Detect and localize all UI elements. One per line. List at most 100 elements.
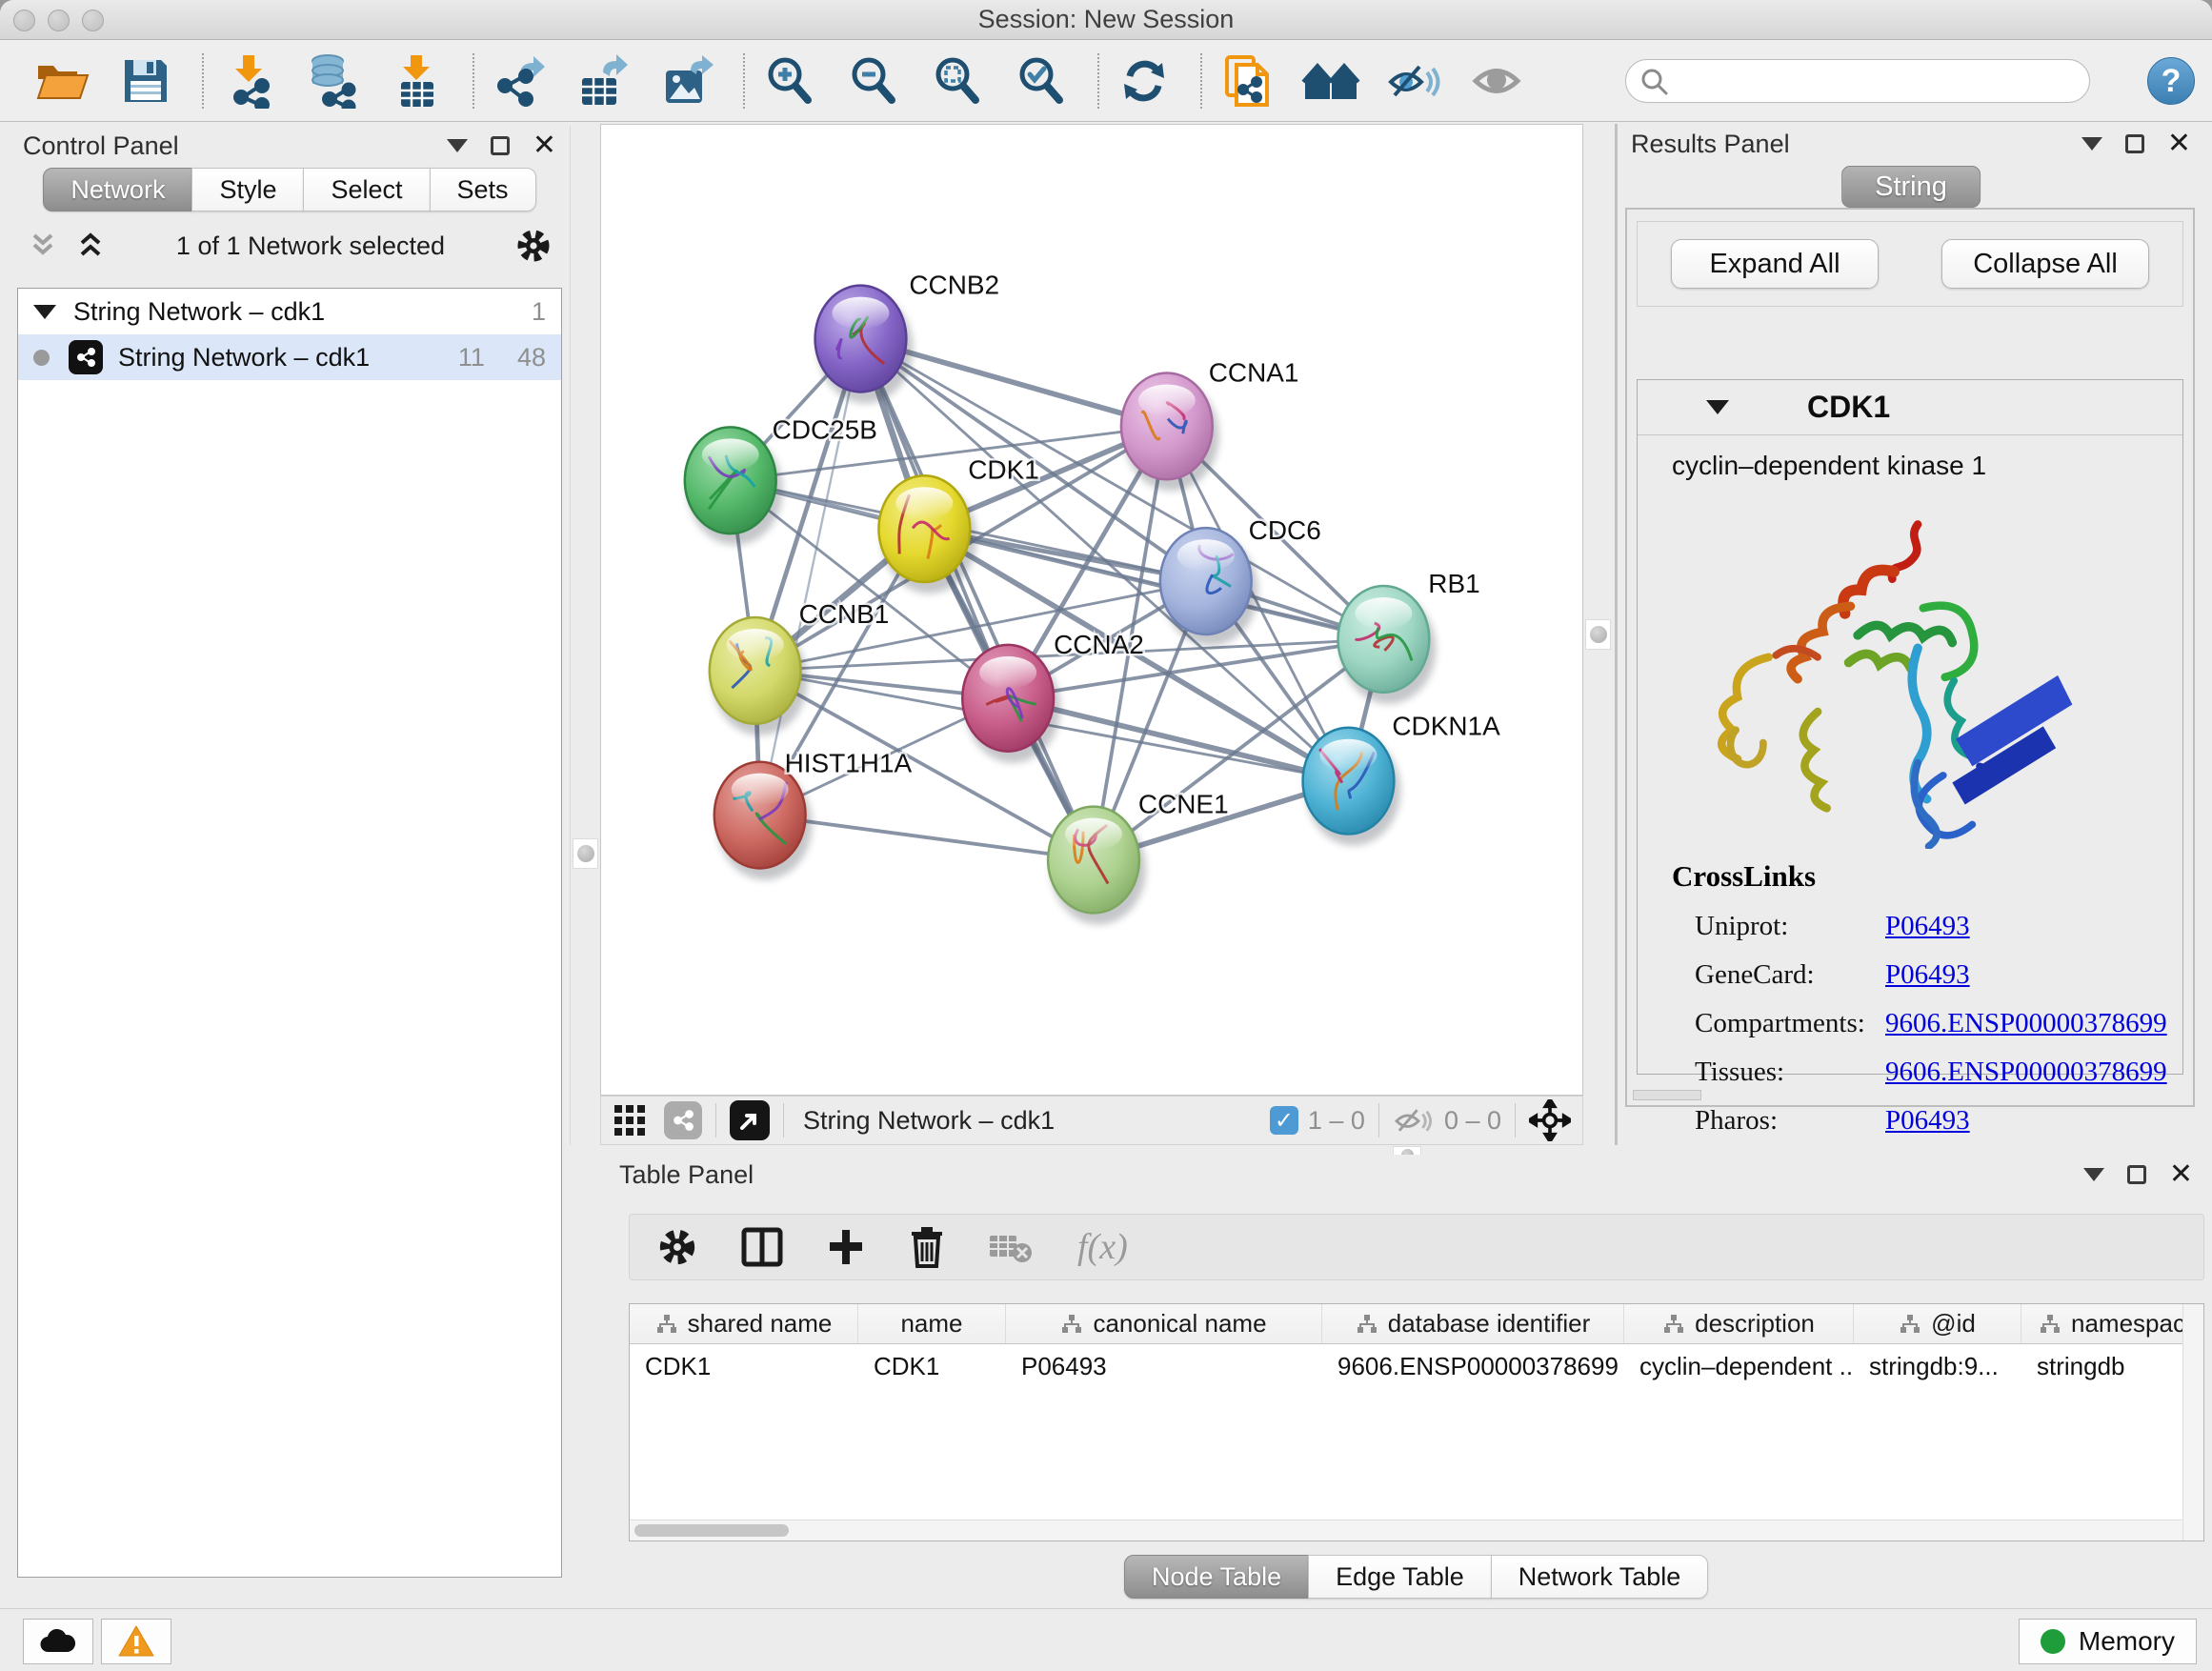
- zoom-fit-button[interactable]: [928, 51, 987, 111]
- tab-network[interactable]: Network: [43, 168, 192, 211]
- crosslink-value-link[interactable]: 9606.ENSP00000378699: [1885, 1057, 2167, 1088]
- delete-column-icon[interactable]: [908, 1225, 946, 1269]
- crosslink-value-link[interactable]: P06493: [1885, 911, 1970, 942]
- node-CDC6[interactable]: [1160, 528, 1258, 646]
- export-image-button[interactable]: [657, 51, 716, 111]
- close-window-button[interactable]: [13, 10, 35, 31]
- warning-icon: [117, 1624, 155, 1659]
- node-CDC25B[interactable]: [685, 427, 783, 545]
- panel-close-icon[interactable]: ✕: [533, 131, 556, 160]
- import-network-file-button[interactable]: [219, 51, 278, 111]
- column-header-database-identifier[interactable]: database identifier: [1322, 1304, 1624, 1343]
- edge-CCNB2-CCNE1[interactable]: [860, 339, 1094, 860]
- show-hidden-button-disabled[interactable]: [1469, 51, 1528, 111]
- network-canvas[interactable]: CCNB2CCNA1CDC25BCDK1CDC6RB1CCNB1CCNA2CDK…: [600, 124, 1583, 1096]
- column-header-namespac[interactable]: namespac: [2021, 1304, 2203, 1343]
- expand-all-icon[interactable]: [74, 230, 107, 262]
- node-RB1[interactable]: [1337, 586, 1436, 704]
- open-view-icon[interactable]: [730, 1100, 770, 1140]
- vertical-scrollbar[interactable]: [2182, 1304, 2203, 1540]
- panel-float-icon[interactable]: [2125, 134, 2144, 153]
- results-scrollbar-thumb[interactable]: [1633, 1090, 1701, 1100]
- open-session-button[interactable]: [32, 51, 91, 111]
- panel-float-icon[interactable]: [2127, 1165, 2146, 1184]
- network-graph[interactable]: CCNB2CCNA1CDC25BCDK1CDC6RB1CCNB1CCNA2CDK…: [601, 125, 1582, 1095]
- panel-menu-icon[interactable]: [2081, 137, 2102, 151]
- zoom-window-button[interactable]: [82, 10, 104, 31]
- split-columns-icon[interactable]: [740, 1226, 784, 1268]
- collapse-all-icon[interactable]: [27, 230, 59, 262]
- network-collection-row[interactable]: String Network – cdk1 1: [18, 289, 561, 334]
- selected-checkbox-icon[interactable]: ✓: [1270, 1106, 1298, 1135]
- hidden-eye-icon[interactable]: [1393, 1103, 1435, 1137]
- import-network-database-button[interactable]: [303, 51, 362, 111]
- tab-string[interactable]: String: [1841, 166, 1981, 208]
- apply-layout-button[interactable]: [1115, 51, 1174, 111]
- export-network-button[interactable]: [490, 51, 549, 111]
- tab-edge-table[interactable]: Edge Table: [1308, 1555, 1492, 1599]
- right-splitter[interactable]: [1583, 124, 1618, 1145]
- column-header-description[interactable]: description: [1624, 1304, 1854, 1343]
- column-header-name[interactable]: name: [858, 1304, 1006, 1343]
- add-column-icon[interactable]: [826, 1226, 866, 1268]
- protein-structure-image: [1679, 498, 2182, 854]
- node-CDKN1A[interactable]: [1303, 728, 1401, 846]
- warnings-button[interactable]: [101, 1619, 171, 1664]
- crosslink-value-link[interactable]: 9606.ENSP00000378699: [1885, 1008, 2167, 1039]
- zoom-selected-button[interactable]: [1012, 51, 1071, 111]
- zoom-in-button[interactable]: [760, 51, 819, 111]
- left-splitter[interactable]: [570, 126, 600, 1145]
- tab-select[interactable]: Select: [303, 168, 430, 211]
- splitter-grip[interactable]: [573, 838, 598, 869]
- settings-gear-icon[interactable]: [514, 227, 553, 265]
- panel-close-icon[interactable]: ✕: [2169, 1160, 2193, 1189]
- node-section-header[interactable]: CDK1: [1638, 380, 2182, 435]
- column-header-canonical-name[interactable]: canonical name: [1006, 1304, 1322, 1343]
- node-HIST1H1A[interactable]: [714, 762, 813, 880]
- export-table-button[interactable]: [573, 51, 633, 111]
- birdseye-grid-icon[interactable]: [613, 1103, 647, 1137]
- minimize-window-button[interactable]: [48, 10, 70, 31]
- node-label-CCNB2: CCNB2: [909, 271, 999, 300]
- edge-CCNB2-HIST1H1A[interactable]: [760, 339, 861, 815]
- panel-menu-icon[interactable]: [447, 139, 468, 152]
- scrollbar-thumb[interactable]: [634, 1524, 789, 1537]
- column-header--id[interactable]: @id: [1854, 1304, 2021, 1343]
- new-network-from-selection-button[interactable]: [1217, 51, 1277, 111]
- panel-menu-icon[interactable]: [2083, 1168, 2104, 1181]
- zoom-out-button[interactable]: [844, 51, 903, 111]
- pan-crosshair-icon[interactable]: [1529, 1099, 1571, 1141]
- node-CCNA2[interactable]: [962, 645, 1060, 763]
- node-CCNA1[interactable]: [1121, 372, 1219, 491]
- crosslink-value-link[interactable]: P06493: [1885, 1105, 1970, 1137]
- tab-style[interactable]: Style: [191, 168, 304, 211]
- import-table-button[interactable]: [387, 51, 446, 111]
- table-row[interactable]: CDK1CDK1P064939606.ENSP00000378699cyclin…: [630, 1344, 2203, 1388]
- help-button[interactable]: ?: [2147, 57, 2195, 105]
- section-collapse-icon[interactable]: [1706, 400, 1729, 414]
- network-row-selected[interactable]: String Network – cdk1 11 48: [18, 334, 561, 380]
- horizontal-scrollbar[interactable]: [630, 1520, 2182, 1540]
- node-CCNB2[interactable]: [815, 286, 914, 404]
- save-session-button[interactable]: [116, 51, 175, 111]
- tab-network-table[interactable]: Network Table: [1491, 1555, 1709, 1599]
- table-settings-gear-icon[interactable]: [656, 1226, 698, 1268]
- tree-expand-icon[interactable]: [33, 305, 56, 319]
- node-CCNE1[interactable]: [1048, 807, 1146, 925]
- expand-all-button[interactable]: Expand All: [1671, 239, 1879, 289]
- tab-node-table[interactable]: Node Table: [1124, 1555, 1309, 1599]
- tab-sets[interactable]: Sets: [430, 168, 536, 211]
- collapse-all-button[interactable]: Collapse All: [1941, 239, 2149, 289]
- hide-selected-button[interactable]: [1385, 51, 1444, 111]
- panel-float-icon[interactable]: [491, 136, 510, 155]
- column-header-shared-name[interactable]: shared name: [630, 1304, 858, 1343]
- crosslink-value-link[interactable]: P06493: [1885, 959, 1970, 991]
- search-input[interactable]: [1625, 59, 2090, 103]
- memory-button[interactable]: Memory: [2019, 1619, 2197, 1664]
- network-share-icon[interactable]: [664, 1101, 702, 1139]
- node-CDK1[interactable]: [878, 475, 976, 594]
- cloud-status-button[interactable]: [23, 1619, 93, 1664]
- splitter-grip[interactable]: [1585, 619, 1611, 650]
- panel-close-icon[interactable]: ✕: [2167, 130, 2191, 158]
- first-neighbors-button[interactable]: [1301, 51, 1360, 111]
